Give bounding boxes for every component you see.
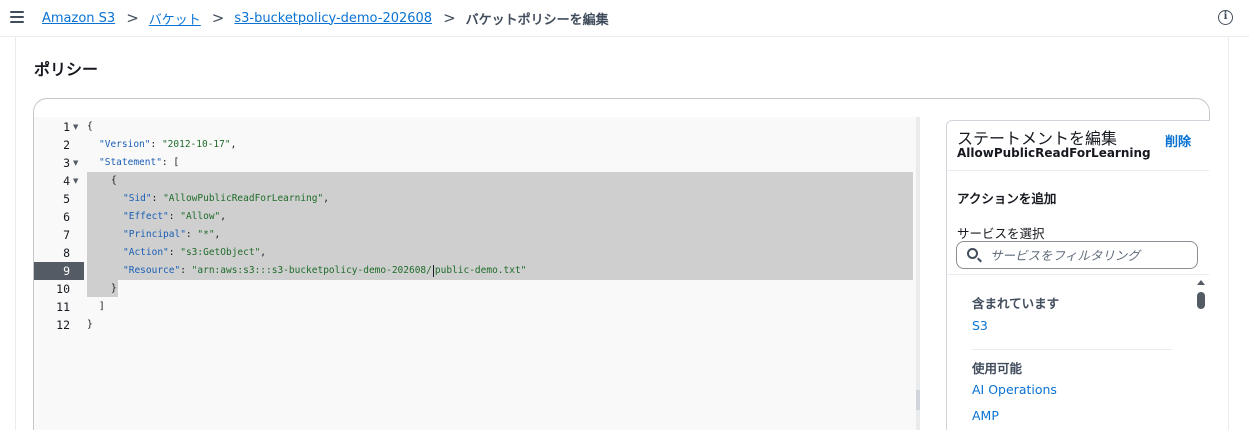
fold-toggle-icon[interactable]: ▼ [73, 172, 78, 190]
json-brace: } [111, 283, 117, 294]
included-group-label: 含まれています [972, 296, 1060, 311]
code-line-9: "Resource": "arn:aws:s3:::s3-bucketpolic… [123, 262, 526, 280]
service-link-s3[interactable]: S3 [972, 318, 988, 333]
json-brace: { [111, 175, 117, 186]
divider [947, 274, 1209, 275]
breadcrumb-bucket-name[interactable]: s3-bucketpolicy-demo-202608 [234, 11, 432, 26]
info-icon[interactable]: i [1218, 10, 1233, 25]
chevron-right-icon: > [443, 8, 456, 27]
editor-scrollbar[interactable] [916, 117, 920, 430]
json-value: "arn:aws:s3:::s3-bucketpolicy-demo-20260… [191, 265, 432, 276]
json-comma: , [214, 229, 221, 240]
json-key: "Statement" [99, 157, 162, 168]
line-number: 12 [56, 318, 70, 332]
fold-toggle-icon[interactable]: ▼ [73, 154, 78, 172]
json-colon: : [168, 211, 181, 222]
code-line-11: ] [99, 298, 105, 316]
code-line-2: "Version": "2012-10-17", [99, 136, 236, 154]
breadcrumb-buckets[interactable]: バケット [149, 9, 201, 28]
json-comma: , [220, 211, 226, 222]
available-group-label: 使用可能 [972, 361, 1023, 376]
line-number: 5 [63, 192, 70, 206]
service-link-amp[interactable]: AMP [972, 408, 999, 423]
json-colon: : [150, 139, 162, 150]
service-list-scrollbar-thumb[interactable] [1197, 292, 1205, 309]
code-line-3: "Statement": [ [99, 154, 179, 172]
chevron-right-icon: > [126, 8, 139, 27]
code-line-12: } [87, 316, 93, 334]
json-value: "s3:GetObject" [180, 247, 261, 258]
policy-section-title: ポリシー [34, 60, 99, 79]
json-colon: : [151, 193, 164, 204]
line-number: 2 [63, 138, 70, 152]
json-brace: } [87, 319, 93, 330]
json-comma: , [260, 247, 267, 258]
json-colon: : [168, 247, 181, 258]
breadcrumb-current-page: バケットポリシーを編集 [465, 12, 609, 28]
line-number: 6 [63, 210, 70, 224]
line-number: 7 [63, 228, 70, 242]
json-value: "Allow" [180, 211, 221, 222]
chevron-right-icon: > [211, 8, 225, 27]
json-bracket: ] [99, 301, 105, 312]
json-comma: , [230, 139, 237, 150]
code-line-4: { [111, 172, 117, 190]
json-key: "Effect" [123, 211, 169, 222]
json-brace: { [87, 121, 93, 132]
statement-sid: AllowPublicReadForLearning [957, 146, 1151, 160]
breadcrumb-amazon-s3[interactable]: Amazon S3 [42, 11, 115, 26]
line-number: 10 [56, 282, 70, 296]
json-value: public-demo.txt" [434, 265, 527, 276]
divider [972, 349, 1172, 350]
json-key: "Version" [99, 139, 151, 150]
search-icon [967, 248, 978, 259]
fold-toggle-icon[interactable]: ▼ [73, 118, 78, 136]
code-line-8: "Action": "s3:GetObject", [123, 244, 266, 262]
delete-statement-button[interactable]: 削除 [1165, 131, 1191, 150]
line-number: 3 [63, 156, 70, 170]
json-colon: : [ [161, 157, 180, 168]
json-value: "*" [197, 229, 215, 240]
line-number: 1 [63, 120, 70, 134]
json-key: "Sid" [123, 193, 152, 204]
text-cursor [432, 264, 434, 277]
service-select-label: サービスを選択 [957, 226, 1045, 241]
line-number: 4 [63, 174, 70, 188]
json-value: "2012-10-17" [161, 139, 231, 150]
code-line-5: "Sid": "AllowPublicReadForLearning", [123, 190, 329, 208]
editor-scrollbar-thumb[interactable] [916, 390, 920, 410]
line-number: 11 [56, 300, 70, 314]
code-line-6: "Effect": "Allow", [123, 208, 226, 226]
line-number: 8 [63, 246, 70, 260]
scroll-up-arrow-icon[interactable] [1197, 280, 1205, 285]
json-colon: : [185, 229, 198, 240]
add-action-heading: アクションを追加 [957, 191, 1057, 206]
json-value: "AllowPublicReadForLearning" [163, 193, 324, 204]
divider [947, 170, 1209, 171]
json-key: "Principal" [123, 229, 186, 240]
code-line-10: } [111, 280, 117, 298]
json-comma: , [323, 193, 329, 204]
json-colon: : [180, 265, 192, 276]
code-line-7: "Principal": "*", [123, 226, 220, 244]
hamburger-menu-icon[interactable] [10, 11, 24, 23]
service-filter-input[interactable] [990, 244, 1190, 266]
line-number-active: 9 [34, 262, 84, 280]
breadcrumb: Amazon S3 > バケット > s3-bucketpolicy-demo-… [42, 8, 609, 28]
json-key: "Resource" [123, 265, 181, 276]
json-key: "Action" [123, 247, 169, 258]
service-link-ai-operations[interactable]: AI Operations [972, 382, 1057, 397]
code-line-1: { [87, 118, 93, 136]
